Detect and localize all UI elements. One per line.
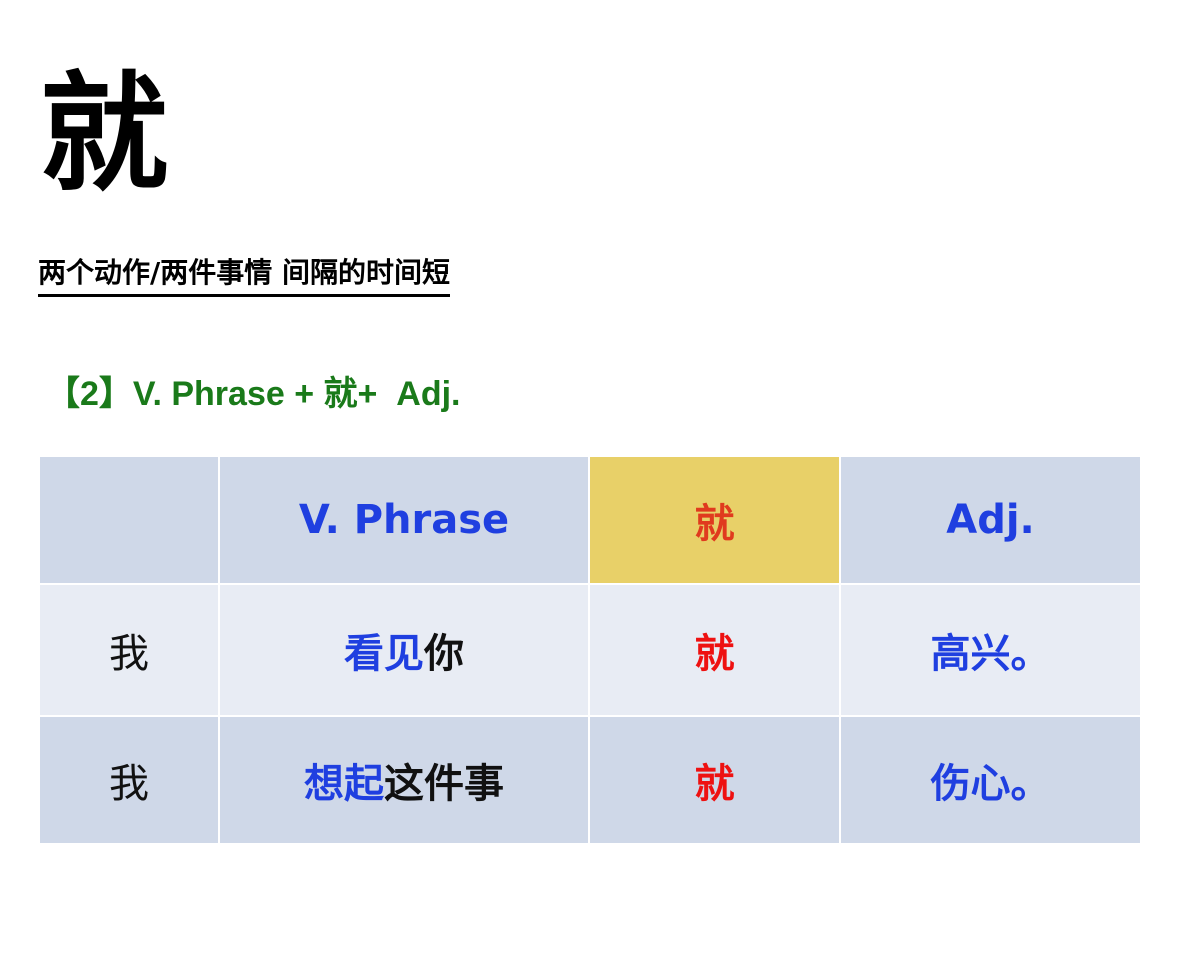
jiu-cell: 就 <box>588 583 841 717</box>
verb-phrase-cell: 想起这件事 <box>218 715 590 845</box>
verb-phrase-cell: 看见你 <box>218 583 590 717</box>
subtitle: 两个动作/两件事情 间隔的时间短 <box>38 256 450 297</box>
header-cell-adj: Adj. <box>839 455 1142 585</box>
header-cell-v-phrase: V. Phrase <box>218 455 590 585</box>
header-cell-jiu: 就 <box>588 455 841 585</box>
grammar-pattern: 【2】V. Phrase + 就+ Adj. <box>46 375 461 413</box>
adj-cell: 伤心。 <box>839 715 1142 845</box>
table-row: 我 想起这件事 就 伤心。 <box>38 715 1142 845</box>
subject-cell: 我 <box>38 583 220 717</box>
grammar-table: V. Phrase 就 Adj. 我 看见你 就 高兴。 我 想起这件事 就 伤… <box>38 455 1142 845</box>
table-row: 我 看见你 就 高兴。 <box>38 583 1142 717</box>
title-character: 就 <box>40 59 169 209</box>
table-header-row: V. Phrase 就 Adj. <box>38 455 1142 585</box>
verb-text: 想起 <box>304 761 384 807</box>
jiu-cell: 就 <box>588 715 841 845</box>
object-text: 你 <box>424 631 464 677</box>
subject-cell: 我 <box>38 715 220 845</box>
verb-text: 看见 <box>344 631 424 677</box>
object-text: 这件事 <box>384 761 504 807</box>
adj-cell: 高兴。 <box>839 583 1142 717</box>
header-cell-empty <box>38 455 220 585</box>
